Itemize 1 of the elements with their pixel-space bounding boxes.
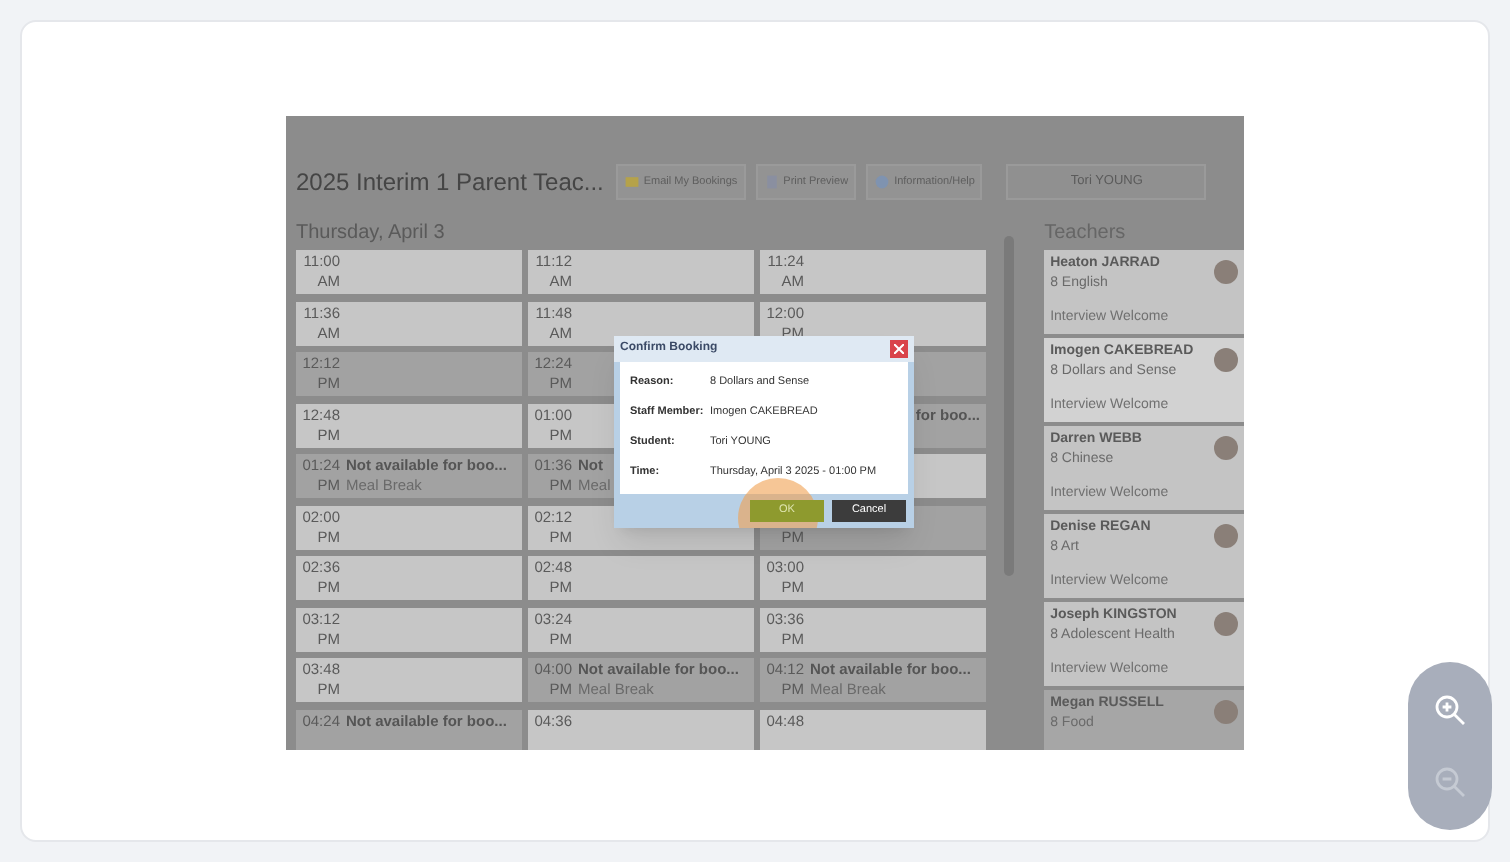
page-title: 2025 Interim 1 Parent Teac... [296, 166, 604, 200]
